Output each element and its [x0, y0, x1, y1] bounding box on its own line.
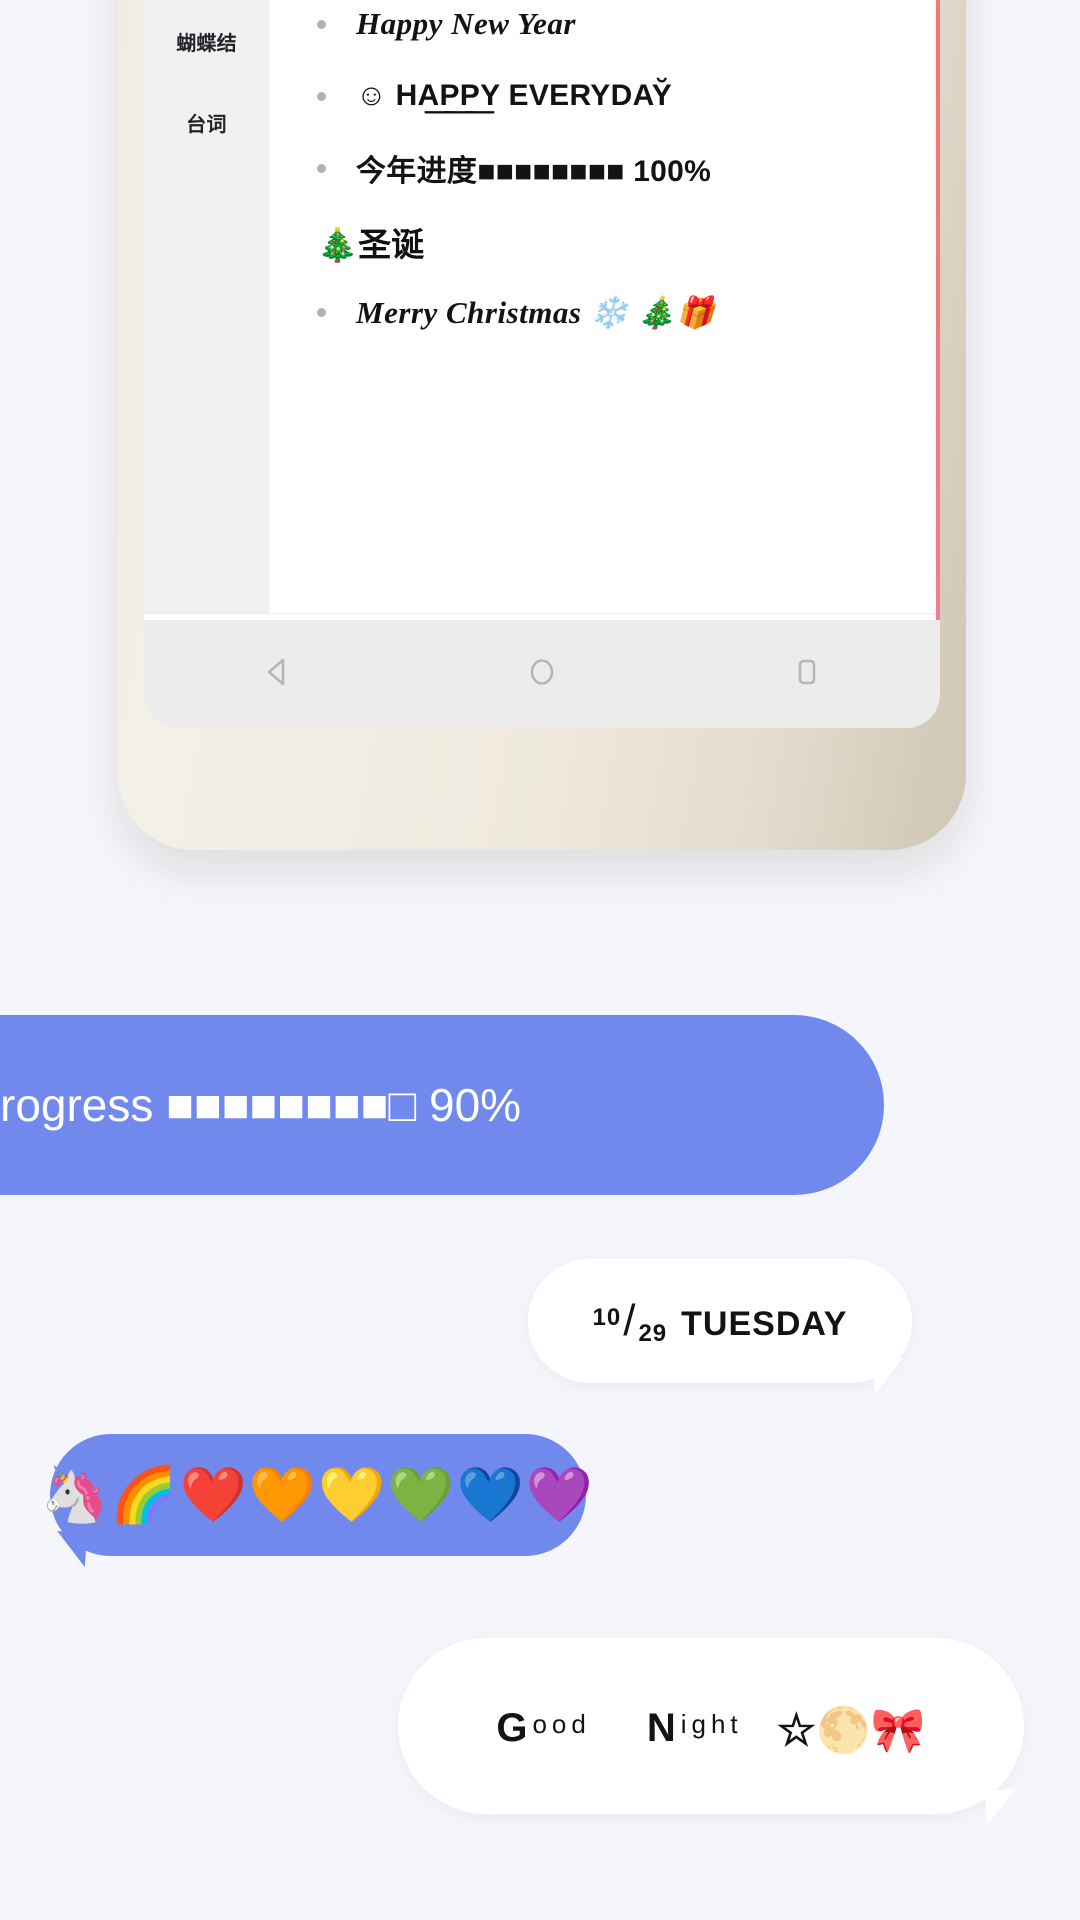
android-navigation-bar [144, 620, 940, 728]
bubble-tail [984, 1788, 1018, 1826]
circle-icon [525, 655, 559, 694]
list-item[interactable]: Happy New Year [317, 0, 920, 60]
nav-back-button[interactable] [227, 624, 327, 724]
emoji-message-text: 🦄🌈❤️🧡💛💚💙💜 [41, 1465, 595, 1525]
goodnight-word2-cap: N [646, 1706, 677, 1750]
phrase-text: Happy New Year [356, 6, 576, 41]
nav-recents-button[interactable] [757, 624, 857, 724]
progress-message-text: rogress ■■■■■■■■□ 90% [0, 1079, 522, 1131]
goodnight-word1-rest: ood [532, 1709, 591, 1739]
sidebar-item-label: 台词 [186, 114, 227, 136]
bullet-icon [317, 91, 326, 101]
sidebar-item-label: 蝴蝶结 [176, 33, 237, 55]
date-month: 10 [592, 1304, 622, 1331]
message-bubble-emoji[interactable]: 🦄🌈❤️🧡💛💚💙💜 [41, 1434, 593, 1568]
square-icon [790, 655, 824, 694]
sidebar-item-bowtie[interactable]: 蝴蝶结 [144, 1, 269, 82]
list-item[interactable]: ☺ HA͟P͟P͟Y EVERYDAY̆ [317, 60, 920, 132]
message-bubble-progress[interactable]: rogress ■■■■■■■■□ 90% [0, 1015, 884, 1195]
phone-mockup: Emoji 蝴蝶结 台词 ❄️ Happy New Year 🌿 [118, 0, 966, 850]
goodnight-message-text: Good Night ☆🌕🎀 [496, 1700, 925, 1755]
phrase-text: ☺ HA͟P͟P͟Y EVERYDAY̆ [356, 79, 673, 112]
keyboard-category-sidebar[interactable]: Emoji 蝴蝶结 台词 [144, 0, 269, 613]
date-day: 29 [638, 1320, 668, 1347]
nav-home-button[interactable] [492, 624, 592, 724]
bullet-icon [317, 307, 326, 317]
phrase-group-header: 🎄圣诞 [317, 226, 425, 263]
goodnight-word2-rest: ight [680, 1709, 743, 1739]
phone-screen: Emoji 蝴蝶结 台词 ❄️ Happy New Year 🌿 [144, 0, 940, 728]
phrase-text: Merry Christmas ❄️ 🎄🎁 [356, 294, 716, 330]
list-item[interactable]: 今年进度■■■■■■■■ 100% [317, 132, 920, 204]
phrase-text: 今年进度■■■■■■■■ 100% [356, 155, 712, 188]
keyboard-panel: Emoji 蝴蝶结 台词 ❄️ Happy New Year 🌿 [144, 0, 940, 728]
screen-edge-accent-line [936, 0, 940, 728]
bubble-tail [54, 1530, 88, 1568]
date-separator: / [623, 1296, 637, 1345]
triangle-left-icon [260, 655, 294, 694]
list-item[interactable]: Merry Christmas ❄️ 🎄🎁 [317, 276, 920, 348]
bullet-icon [317, 19, 326, 29]
date-weekday: TUESDAY [681, 1305, 848, 1343]
goodnight-word1-cap: G [496, 1706, 529, 1750]
keyboard-body: Emoji 蝴蝶结 台词 ❄️ Happy New Year 🌿 [144, 0, 940, 613]
bullet-icon [317, 163, 326, 173]
goodnight-trailing-emoji: ☆🌕🎀 [776, 1706, 926, 1755]
message-bubble-goodnight[interactable]: Good Night ☆🌕🎀 [398, 1638, 1024, 1826]
date-message-text: 10/29 TUESDAY [592, 1296, 848, 1347]
message-bubble-date[interactable]: 10/29 TUESDAY [528, 1259, 912, 1395]
sidebar-item-lines[interactable]: 台词 [144, 82, 269, 163]
bubble-tail [872, 1357, 906, 1395]
phrase-list[interactable]: ❄️ Happy New Year 🌿 Happy New Year ☺ HA͟… [269, 0, 940, 613]
